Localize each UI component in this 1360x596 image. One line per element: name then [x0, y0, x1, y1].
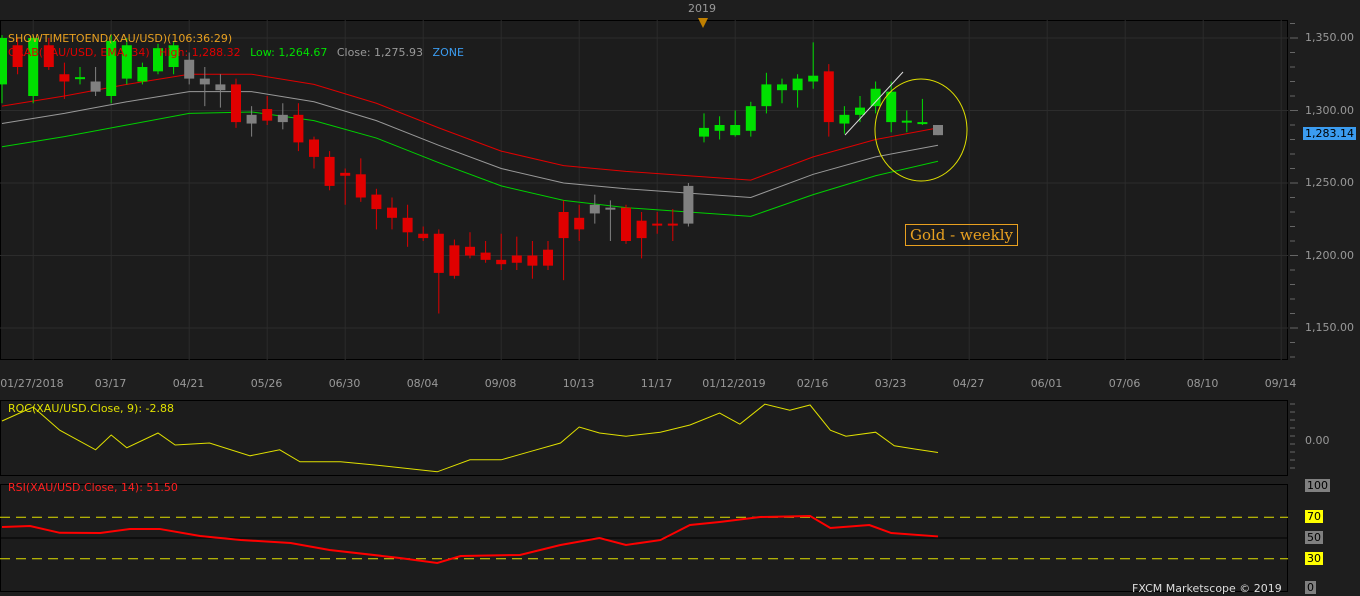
rsi-tick-label: 100	[1305, 479, 1330, 492]
candle-body	[886, 91, 897, 123]
candle-body	[855, 107, 865, 115]
candle-body	[184, 59, 195, 79]
roc-tick-label: 0.00	[1305, 434, 1330, 447]
roc-panel	[0, 400, 1288, 476]
date-tick-label: 06/30	[328, 377, 361, 390]
candle-body	[714, 125, 725, 131]
candle-body	[511, 255, 522, 263]
candle-body	[355, 174, 366, 198]
candle-body	[433, 233, 444, 273]
price-tick-label: 1,200.00	[1305, 248, 1354, 262]
candle-body	[309, 139, 319, 157]
candle-body	[418, 233, 429, 239]
candle-body	[621, 207, 631, 241]
date-tick-label: 05/26	[250, 377, 283, 390]
candle-body	[90, 81, 101, 92]
candle-body	[231, 84, 241, 123]
candle-body	[917, 122, 928, 125]
legend-low: Low: 1,264.67	[250, 46, 328, 59]
candle-body	[933, 125, 943, 136]
candle-body	[262, 109, 273, 121]
candle-body	[652, 223, 663, 226]
candle-body	[480, 252, 491, 260]
legend-high: High: 1,288.32	[159, 46, 241, 59]
legend-zone[interactable]: ZONE	[433, 46, 464, 59]
candle-body	[839, 114, 850, 124]
price-tick-label: 1,350.00	[1305, 31, 1354, 44]
candle-body	[371, 194, 382, 210]
rsi-title: RSI(XAU/USD.Close, 14): 51.50	[8, 481, 178, 494]
candle-body	[215, 84, 226, 91]
candle-body	[137, 67, 148, 82]
candle-body	[387, 207, 397, 218]
date-tick-label: 03/17	[94, 377, 127, 390]
date-tick-label: 06/01	[1030, 377, 1063, 390]
candle-body	[465, 246, 475, 256]
candle-body	[792, 78, 803, 91]
date-tick-label: 01/27/2018	[0, 377, 64, 390]
roc-title: ROC(XAU/USD.Close, 9): -2.88	[8, 402, 175, 415]
candle-body	[745, 106, 756, 131]
candle-body	[449, 245, 460, 276]
candle-body	[636, 220, 647, 239]
candle-body	[199, 78, 210, 85]
candle-body	[730, 125, 741, 136]
candle-body	[527, 255, 538, 266]
indicator-title: SHOWTIMETOEND(XAU/USD)(106:36:29)	[8, 32, 233, 45]
date-tick-label: 10/13	[562, 377, 595, 390]
rsi-tick-label: 30	[1305, 551, 1323, 565]
date-tick-label: 03/23	[874, 377, 907, 390]
rsi-tick-label: 0	[1305, 581, 1316, 594]
candle-body	[683, 185, 694, 224]
candle-body	[605, 207, 616, 210]
candle-body	[75, 77, 85, 80]
date-tick-label: 04/21	[172, 377, 205, 390]
grid	[0, 20, 1288, 592]
candle-body	[0, 38, 7, 85]
candle-body	[543, 249, 553, 266]
date-tick-label: 08/04	[406, 377, 439, 390]
candle-body	[558, 212, 569, 239]
candle-body	[823, 71, 834, 123]
date-tick-label: 11/17	[640, 377, 673, 390]
candle-body	[761, 84, 772, 107]
footer-credit: FXCM Marketscope © 2019	[1132, 582, 1282, 595]
rsi-tick-label: 50	[1305, 531, 1323, 544]
date-tick-label: 09/14	[1264, 377, 1297, 390]
date-tick-label: 08/10	[1186, 377, 1219, 390]
candle-body	[340, 172, 351, 176]
date-tick-label: 09/08	[484, 377, 517, 390]
date-tick-label: 07/06	[1108, 377, 1141, 390]
candle-body	[59, 74, 70, 82]
date-tick-label: 04/27	[952, 377, 985, 390]
legend-close: Close: 1,275.93	[336, 46, 424, 59]
candle-body	[589, 204, 600, 214]
current-price-tag: 1,283.14	[1303, 127, 1356, 140]
year-marker: 2019	[688, 2, 716, 15]
candle-body	[246, 114, 257, 124]
price-tick-label: 1,150.00	[1305, 321, 1354, 334]
candle-body	[777, 84, 787, 91]
chart-canvas[interactable]	[0, 0, 1360, 596]
price-tick-label: 1,300.00	[1305, 103, 1354, 117]
candle-body	[293, 114, 304, 143]
chart-annotation-label[interactable]: Gold - weekly	[905, 224, 1018, 246]
candle-body	[808, 75, 819, 82]
candle-body	[667, 223, 678, 226]
legend-grab: GRAB(XAU/USD, EMA, 34)	[8, 46, 150, 59]
price-tick-label: 1,250.00	[1305, 176, 1354, 189]
candle-body	[402, 217, 413, 233]
candle-body	[277, 114, 288, 123]
candle-body	[324, 156, 335, 186]
candle-body	[496, 259, 507, 265]
candle-body	[699, 127, 709, 137]
ema-legend: GRAB(XAU/USD, EMA, 34) High: 1,288.32 Lo…	[8, 46, 470, 59]
candle-body	[574, 217, 585, 230]
date-tick-label: 02/16	[796, 377, 829, 390]
candle-body	[901, 120, 912, 123]
date-tick-label: 01/12/2019	[702, 377, 766, 390]
rsi-tick-label: 70	[1305, 510, 1323, 524]
